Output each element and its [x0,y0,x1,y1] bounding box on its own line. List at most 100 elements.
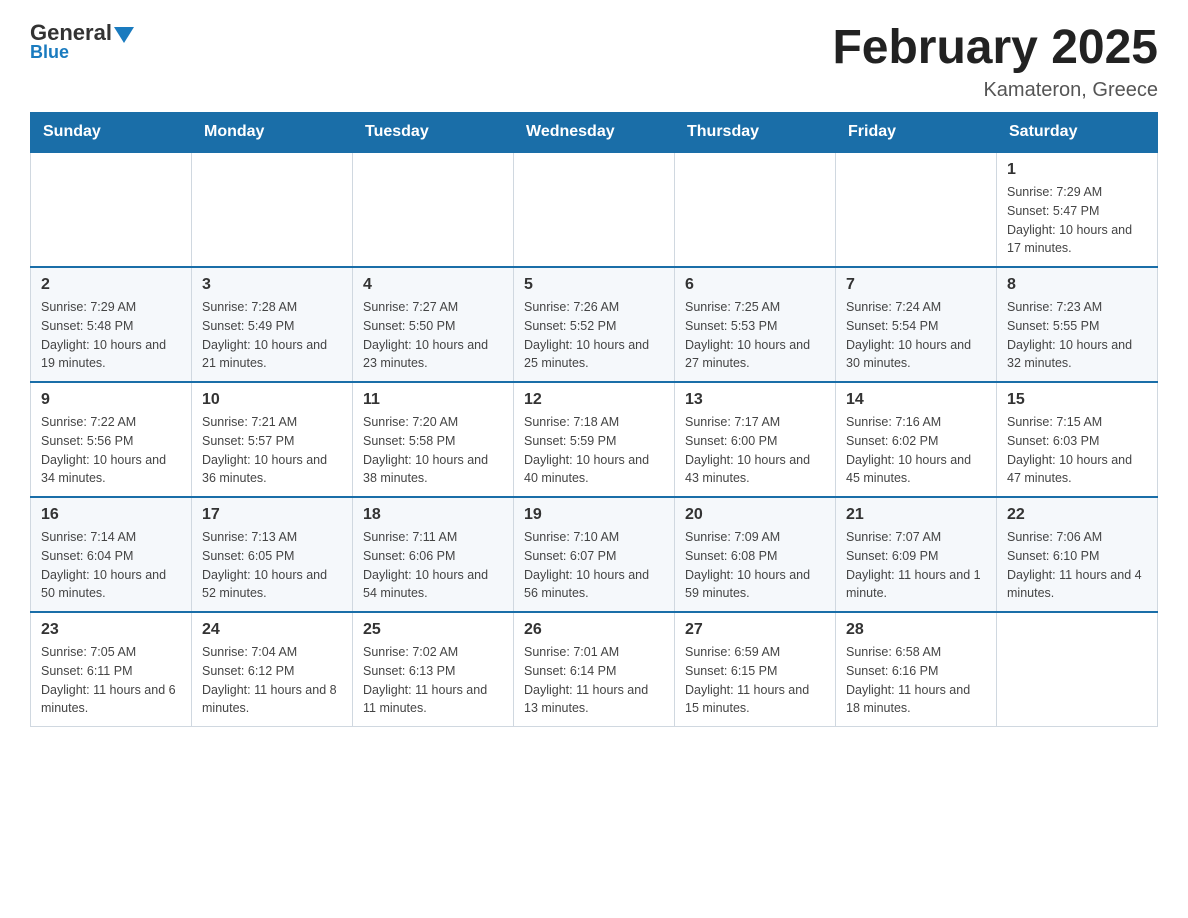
day-number: 18 [363,506,503,524]
calendar-cell: 16 Sunrise: 7:14 AM Sunset: 6:04 PM Dayli… [31,497,192,612]
day-info: Sunrise: 7:18 AM Sunset: 5:59 PM Dayligh… [524,413,664,488]
day-info: Sunrise: 7:14 AM Sunset: 6:04 PM Dayligh… [41,528,181,603]
day-number: 14 [846,391,986,409]
weekday-header-wednesday: Wednesday [514,113,675,153]
day-info: Sunrise: 7:23 AM Sunset: 5:55 PM Dayligh… [1007,298,1147,373]
calendar-cell: 22 Sunrise: 7:06 AM Sunset: 6:10 PM Dayli… [997,497,1158,612]
calendar-cell: 14 Sunrise: 7:16 AM Sunset: 6:02 PM Dayli… [836,382,997,497]
day-number: 12 [524,391,664,409]
logo: General Blue [30,20,134,63]
day-number: 8 [1007,276,1147,294]
title-block: February 2025 Kamateron, Greece [832,20,1158,102]
weekday-header-thursday: Thursday [675,113,836,153]
weekday-header-row: SundayMondayTuesdayWednesdayThursdayFrid… [31,113,1158,153]
calendar-cell: 3Sunrise: 7:28 AM Sunset: 5:49 PM Daylig… [192,267,353,382]
day-info: Sunrise: 7:24 AM Sunset: 5:54 PM Dayligh… [846,298,986,373]
calendar-cell: 23 Sunrise: 7:05 AM Sunset: 6:11 PM Dayli… [31,612,192,727]
calendar-cell: 7Sunrise: 7:24 AM Sunset: 5:54 PM Daylig… [836,267,997,382]
day-number: 13 [685,391,825,409]
day-number: 23 [41,621,181,639]
week-row-4: 16 Sunrise: 7:14 AM Sunset: 6:04 PM Dayli… [31,497,1158,612]
day-info: Sunrise: 7:07 AM Sunset: 6:09 PM Dayligh… [846,528,986,603]
day-info: Sunrise: 7:09 AM Sunset: 6:08 PM Dayligh… [685,528,825,603]
calendar-cell: 15 Sunrise: 7:15 AM Sunset: 6:03 PM Dayli… [997,382,1158,497]
calendar-cell: 4 Sunrise: 7:27 AM Sunset: 5:50 PM Daylig… [353,267,514,382]
calendar-cell: 13 Sunrise: 7:17 AM Sunset: 6:00 PM Dayli… [675,382,836,497]
day-number: 16 [41,506,181,524]
day-number: 24 [202,621,342,639]
page-title: February 2025 [832,20,1158,75]
day-info: Sunrise: 7:05 AM Sunset: 6:11 PM Dayligh… [41,643,181,718]
calendar-table: SundayMondayTuesdayWednesdayThursdayFrid… [30,112,1158,727]
day-number: 9 [41,391,181,409]
calendar-cell [675,152,836,267]
weekday-header-sunday: Sunday [31,113,192,153]
day-info: Sunrise: 7:29 AM Sunset: 5:48 PM Dayligh… [41,298,181,373]
calendar-cell: 11 Sunrise: 7:20 AM Sunset: 5:58 PM Dayli… [353,382,514,497]
day-number: 4 [363,276,503,294]
day-number: 1 [1007,161,1147,179]
weekday-header-tuesday: Tuesday [353,113,514,153]
calendar-cell [514,152,675,267]
day-info: Sunrise: 7:27 AM Sunset: 5:50 PM Dayligh… [363,298,503,373]
calendar-cell: 21 Sunrise: 7:07 AM Sunset: 6:09 PM Dayli… [836,497,997,612]
calendar-cell [353,152,514,267]
day-number: 22 [1007,506,1147,524]
day-number: 28 [846,621,986,639]
calendar-cell: 17 Sunrise: 7:13 AM Sunset: 6:05 PM Dayli… [192,497,353,612]
day-info: Sunrise: 7:10 AM Sunset: 6:07 PM Dayligh… [524,528,664,603]
day-info: Sunrise: 7:17 AM Sunset: 6:00 PM Dayligh… [685,413,825,488]
day-number: 15 [1007,391,1147,409]
week-row-2: 2Sunrise: 7:29 AM Sunset: 5:48 PM Daylig… [31,267,1158,382]
day-number: 21 [846,506,986,524]
day-info: Sunrise: 7:02 AM Sunset: 6:13 PM Dayligh… [363,643,503,718]
calendar-cell: 12 Sunrise: 7:18 AM Sunset: 5:59 PM Dayli… [514,382,675,497]
day-info: Sunrise: 7:15 AM Sunset: 6:03 PM Dayligh… [1007,413,1147,488]
calendar-cell: 1 Sunrise: 7:29 AM Sunset: 5:47 PM Daylig… [997,152,1158,267]
logo-triangle-icon [114,27,134,43]
week-row-5: 23 Sunrise: 7:05 AM Sunset: 6:11 PM Dayli… [31,612,1158,727]
day-number: 5 [524,276,664,294]
day-number: 3 [202,276,342,294]
calendar-cell: 19 Sunrise: 7:10 AM Sunset: 6:07 PM Dayli… [514,497,675,612]
week-row-3: 9Sunrise: 7:22 AM Sunset: 5:56 PM Daylig… [31,382,1158,497]
calendar-cell [997,612,1158,727]
day-number: 11 [363,391,503,409]
day-number: 26 [524,621,664,639]
day-info: Sunrise: 7:26 AM Sunset: 5:52 PM Dayligh… [524,298,664,373]
day-number: 19 [524,506,664,524]
calendar-cell: 26 Sunrise: 7:01 AM Sunset: 6:14 PM Dayli… [514,612,675,727]
day-info: Sunrise: 7:13 AM Sunset: 6:05 PM Dayligh… [202,528,342,603]
calendar-cell: 28 Sunrise: 6:58 AM Sunset: 6:16 PM Dayli… [836,612,997,727]
calendar-cell: 25 Sunrise: 7:02 AM Sunset: 6:13 PM Dayli… [353,612,514,727]
day-number: 25 [363,621,503,639]
logo-blue-text: Blue [30,42,69,63]
day-info: Sunrise: 7:25 AM Sunset: 5:53 PM Dayligh… [685,298,825,373]
day-info: Sunrise: 7:06 AM Sunset: 6:10 PM Dayligh… [1007,528,1147,603]
day-number: 17 [202,506,342,524]
calendar-cell: 18 Sunrise: 7:11 AM Sunset: 6:06 PM Dayli… [353,497,514,612]
day-number: 10 [202,391,342,409]
day-info: Sunrise: 7:04 AM Sunset: 6:12 PM Dayligh… [202,643,342,718]
calendar-cell [31,152,192,267]
weekday-header-saturday: Saturday [997,113,1158,153]
week-row-1: 1 Sunrise: 7:29 AM Sunset: 5:47 PM Daylig… [31,152,1158,267]
day-info: Sunrise: 7:01 AM Sunset: 6:14 PM Dayligh… [524,643,664,718]
calendar-cell: 24 Sunrise: 7:04 AM Sunset: 6:12 PM Dayli… [192,612,353,727]
calendar-cell [192,152,353,267]
day-number: 27 [685,621,825,639]
page-subtitle: Kamateron, Greece [832,79,1158,102]
day-info: Sunrise: 7:29 AM Sunset: 5:47 PM Dayligh… [1007,183,1147,258]
calendar-cell: 8 Sunrise: 7:23 AM Sunset: 5:55 PM Daylig… [997,267,1158,382]
day-number: 20 [685,506,825,524]
day-info: Sunrise: 7:11 AM Sunset: 6:06 PM Dayligh… [363,528,503,603]
day-info: Sunrise: 7:20 AM Sunset: 5:58 PM Dayligh… [363,413,503,488]
weekday-header-monday: Monday [192,113,353,153]
calendar-cell: 2Sunrise: 7:29 AM Sunset: 5:48 PM Daylig… [31,267,192,382]
calendar-cell: 20 Sunrise: 7:09 AM Sunset: 6:08 PM Dayli… [675,497,836,612]
day-info: Sunrise: 6:58 AM Sunset: 6:16 PM Dayligh… [846,643,986,718]
day-info: Sunrise: 7:21 AM Sunset: 5:57 PM Dayligh… [202,413,342,488]
calendar-cell: 27Sunrise: 6:59 AM Sunset: 6:15 PM Dayli… [675,612,836,727]
calendar-cell: 10 Sunrise: 7:21 AM Sunset: 5:57 PM Dayli… [192,382,353,497]
day-info: Sunrise: 7:16 AM Sunset: 6:02 PM Dayligh… [846,413,986,488]
